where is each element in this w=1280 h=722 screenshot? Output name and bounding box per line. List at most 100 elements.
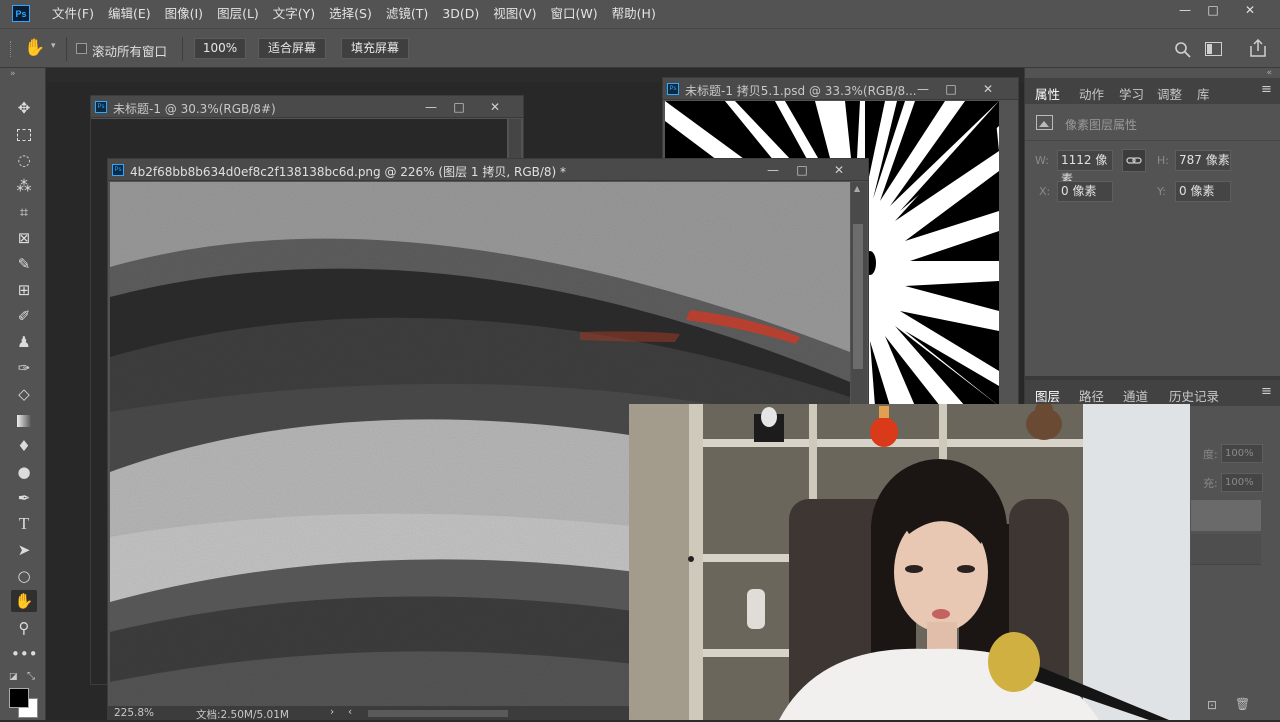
zoom-tool-icon[interactable]: ⚲ [11, 617, 37, 639]
width-field[interactable]: 1112 像素 [1057, 150, 1113, 186]
doc-maximize-button[interactable]: □ [940, 80, 962, 98]
menu-edit[interactable]: 编辑(E) [101, 0, 158, 28]
webcam-video-frame [629, 404, 1190, 720]
eyedropper-tool-icon[interactable]: ✎ [11, 253, 37, 275]
x-label: X: [1039, 185, 1051, 198]
menu-3d[interactable]: 3D(D) [435, 0, 486, 28]
options-grip[interactable] [10, 41, 13, 57]
share-icon[interactable] [1250, 39, 1266, 57]
menu-window[interactable]: 窗口(W) [544, 0, 605, 28]
default-colors-icon[interactable]: ◪ [9, 672, 18, 682]
link-dimensions-icon[interactable] [1122, 149, 1146, 172]
menu-view[interactable]: 视图(V) [486, 0, 543, 28]
magic-wand-tool-icon[interactable]: ⁂ [11, 175, 37, 197]
main-menu: 文件(F) 编辑(E) 图像(I) 图层(L) 文字(Y) 选择(S) 滤镜(T… [45, 0, 663, 28]
frame-tool-icon[interactable]: ⊠ [11, 227, 37, 249]
app-minimize-button[interactable]: — [1170, 0, 1200, 20]
tab-actions[interactable]: 动作 [1079, 84, 1104, 103]
menu-select[interactable]: 选择(S) [322, 0, 379, 28]
move-tool-icon[interactable]: ✥ [11, 97, 37, 119]
clone-stamp-tool-icon[interactable]: ♟ [11, 331, 37, 353]
doc-close-button[interactable]: ✕ [977, 80, 999, 98]
doc-maximize-button[interactable]: □ [791, 161, 813, 179]
ellipse-tool-icon[interactable]: ○ [11, 565, 37, 587]
status-zoom[interactable]: 225.8% [114, 707, 154, 719]
scroll-all-windows-checkbox[interactable] [76, 43, 87, 54]
scroll-up-icon[interactable]: ▲ [854, 184, 860, 193]
search-icon[interactable] [1174, 41, 1191, 58]
history-brush-tool-icon[interactable]: ✑ [11, 357, 37, 379]
healing-brush-tool-icon[interactable]: ⊞ [11, 279, 37, 301]
menu-filter[interactable]: 滤镜(T) [379, 0, 435, 28]
path-selection-tool-icon[interactable]: ➤ [11, 539, 37, 561]
chevron-down-icon[interactable]: ▾ [51, 41, 56, 51]
app-maximize-button[interactable]: □ [1198, 0, 1228, 20]
foreground-color-swatch[interactable] [9, 688, 29, 708]
tab-adjustments[interactable]: 调整 [1157, 84, 1182, 103]
workspace-icon[interactable] [1205, 42, 1222, 56]
document-titlebar[interactable]: Ps 未标题-1 @ 30.3%(RGB/8#) — □ ✕ [91, 96, 523, 118]
status-menu-arrow-icon[interactable]: › [330, 706, 334, 718]
doc-close-button[interactable]: ✕ [828, 161, 850, 179]
new-layer-icon[interactable]: ⊡ [1207, 698, 1217, 712]
properties-section-title: 像素图层属性 [1065, 118, 1138, 132]
panel-menu-icon[interactable]: ≡ [1261, 82, 1272, 97]
collapse-panels-icon[interactable]: « [1266, 68, 1272, 78]
marquee-tool-icon[interactable] [11, 123, 37, 145]
doc-minimize-button[interactable]: — [912, 80, 934, 98]
document-title: 未标题-1 拷贝5.1.psd @ 33.3%(RGB/8... [685, 84, 917, 98]
crop-tool-icon[interactable]: ⌗ [11, 201, 37, 223]
scrollbar-thumb[interactable] [853, 224, 863, 369]
hand-tool-preset-icon[interactable]: ✋ [24, 38, 45, 58]
scroll-left-icon[interactable]: ‹ [348, 706, 352, 718]
fill-screen-button[interactable]: 填充屏幕 [341, 38, 409, 59]
ps-document-icon: Ps [95, 101, 107, 113]
type-tool-icon[interactable]: T [11, 513, 37, 535]
y-field[interactable]: 0 像素 [1175, 181, 1231, 202]
tab-layers[interactable]: 图层 [1035, 386, 1060, 405]
delete-layer-icon[interactable]: 🗑 [1235, 697, 1250, 711]
horizontal-scrollbar-thumb[interactable] [368, 710, 508, 717]
menu-help[interactable]: 帮助(H) [605, 0, 663, 28]
gradient-tool-icon[interactable] [11, 409, 37, 431]
brush-tool-icon[interactable]: ✐ [11, 305, 37, 327]
x-field[interactable]: 0 像素 [1057, 181, 1113, 202]
tab-libraries[interactable]: 库 [1197, 84, 1210, 103]
doc-minimize-button[interactable]: — [762, 161, 784, 179]
menu-file[interactable]: 文件(F) [45, 0, 101, 28]
hand-tool-icon[interactable]: ✋ [11, 590, 37, 612]
tab-learn[interactable]: 学习 [1119, 84, 1144, 103]
tab-channels[interactable]: 通道 [1123, 386, 1148, 405]
doc-minimize-button[interactable]: — [420, 98, 442, 116]
more-tools-icon[interactable]: ••• [11, 643, 38, 665]
pen-tool-icon[interactable]: ✒ [11, 487, 37, 509]
layer-row-selected[interactable] [1191, 500, 1261, 531]
status-bar: 225.8% 文档:2.50M/5.01M › ‹ [108, 706, 708, 721]
y-label: Y: [1157, 185, 1166, 198]
tab-history[interactable]: 历史记录 [1169, 386, 1219, 405]
app-close-button[interactable]: ✕ [1235, 0, 1265, 20]
tab-paths[interactable]: 路径 [1079, 386, 1104, 405]
lasso-tool-icon[interactable]: ◌ [11, 149, 37, 171]
document-titlebar[interactable]: Ps 4b2f68bb8b634d0ef8c2f138138bc6d.png @… [108, 159, 868, 181]
menu-layer[interactable]: 图层(L) [210, 0, 266, 28]
doc-maximize-button[interactable]: □ [448, 98, 470, 116]
layer-row[interactable] [1191, 534, 1261, 565]
tab-properties[interactable]: 属性 [1035, 84, 1060, 103]
fit-screen-button[interactable]: 适合屏幕 [258, 38, 326, 59]
fill-field[interactable]: 100% [1221, 473, 1263, 492]
swap-colors-icon[interactable]: ⤡ [27, 671, 35, 682]
panel-menu-icon[interactable]: ≡ [1261, 384, 1272, 399]
opacity-field[interactable]: 100% [1221, 444, 1263, 463]
zoom-100-button[interactable]: 100% [194, 38, 246, 59]
doc-close-button[interactable]: ✕ [484, 98, 506, 116]
menu-type[interactable]: 文字(Y) [266, 0, 322, 28]
height-field[interactable]: 787 像素 [1175, 150, 1231, 171]
divider [1025, 140, 1280, 141]
document-titlebar[interactable]: Ps 未标题-1 拷贝5.1.psd @ 33.3%(RGB/8... — □ … [663, 78, 1018, 100]
dodge-tool-icon[interactable]: ● [11, 461, 37, 483]
eraser-tool-icon[interactable]: ◇ [11, 383, 37, 405]
blur-tool-icon[interactable]: ♦ [11, 435, 37, 457]
menu-image[interactable]: 图像(I) [158, 0, 210, 28]
collapse-toolbar-icon[interactable]: » [10, 69, 16, 79]
